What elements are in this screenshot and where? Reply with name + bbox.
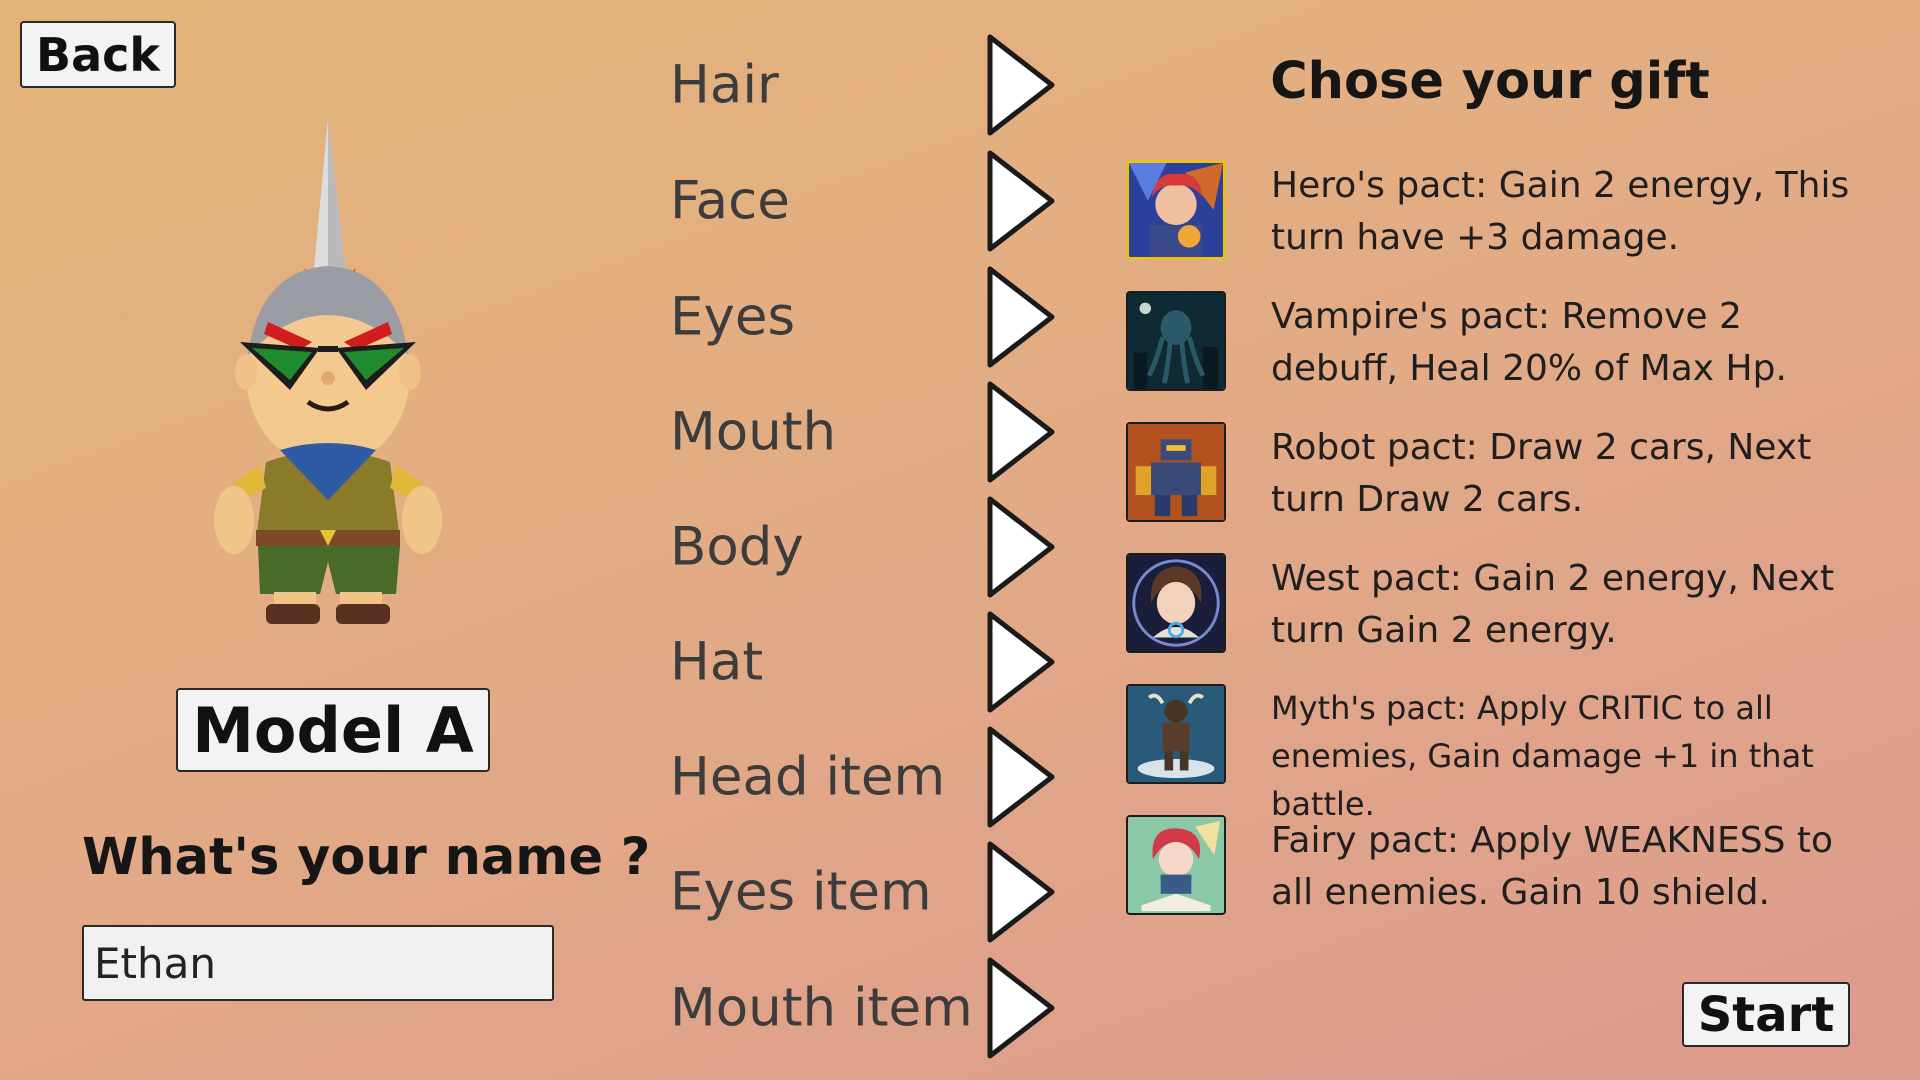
custom-label-head-item: Head item — [670, 746, 946, 808]
next-mouth-arrow-icon[interactable] — [980, 380, 1060, 484]
hero-portrait-icon[interactable] — [1126, 160, 1226, 260]
gift-text-robot: Robot pact: Draw 2 cars, Next turn Draw … — [1271, 427, 1812, 520]
next-body-arrow-icon[interactable] — [980, 495, 1060, 599]
custom-label-eyes-item: Eyes item — [670, 861, 932, 923]
custom-row-head-item: Head item — [670, 722, 1060, 832]
back-button[interactable]: Back — [20, 21, 176, 88]
start-button[interactable]: Start — [1682, 982, 1850, 1047]
next-eyes-item-arrow-icon[interactable] — [980, 840, 1060, 944]
gift-option-vampire[interactable]: Vampire's pact: Remove 2 debuff, Heal 20… — [1126, 291, 1866, 399]
custom-row-hair: Hair — [670, 30, 1060, 140]
gift-option-fairy[interactable]: Fairy pact: Apply WEAKNESS to all enemie… — [1126, 815, 1866, 923]
custom-label-hat: Hat — [670, 631, 764, 693]
custom-label-body: Body — [670, 516, 804, 578]
custom-row-body: Body — [670, 492, 1060, 602]
west-girl-icon[interactable] — [1126, 553, 1226, 653]
custom-row-hat: Hat — [670, 607, 1060, 717]
custom-label-mouth: Mouth — [670, 401, 837, 463]
fairy-icon[interactable] — [1126, 815, 1226, 915]
minotaur-icon[interactable] — [1126, 684, 1226, 784]
gift-option-west[interactable]: West pact: Gain 2 energy, Next turn Gain… — [1126, 553, 1866, 661]
next-face-arrow-icon[interactable] — [980, 149, 1060, 253]
gift-text-hero: Hero's pact: Gain 2 energy, This turn ha… — [1271, 165, 1850, 258]
custom-row-eyes-item: Eyes item — [670, 837, 1060, 947]
model-select-button[interactable]: Model A — [176, 688, 490, 772]
custom-row-mouth-item: Mouth item — [670, 953, 1060, 1063]
gift-text-fairy: Fairy pact: Apply WEAKNESS to all enemie… — [1271, 820, 1834, 913]
next-head-item-arrow-icon[interactable] — [980, 725, 1060, 829]
custom-label-hair: Hair — [670, 54, 779, 116]
gift-text-west: West pact: Gain 2 energy, Next turn Gain… — [1271, 558, 1835, 651]
robot-icon[interactable] — [1126, 422, 1226, 522]
next-mouth-item-arrow-icon[interactable] — [980, 956, 1060, 1060]
character-model-preview — [214, 118, 442, 624]
gift-text-vampire: Vampire's pact: Remove 2 debuff, Heal 20… — [1271, 296, 1787, 389]
custom-row-face: Face — [670, 146, 1060, 256]
player-name-input[interactable] — [82, 925, 554, 1001]
gift-option-robot[interactable]: Robot pact: Draw 2 cars, Next turn Draw … — [1126, 422, 1866, 530]
custom-label-face: Face — [670, 170, 790, 232]
custom-row-mouth: Mouth — [670, 377, 1060, 487]
next-hat-arrow-icon[interactable] — [980, 610, 1060, 714]
next-eyes-arrow-icon[interactable] — [980, 265, 1060, 369]
custom-label-mouth-item: Mouth item — [670, 977, 973, 1039]
gift-option-hero[interactable]: Hero's pact: Gain 2 energy, This turn ha… — [1126, 160, 1866, 268]
vampire-octopus-icon[interactable] — [1126, 291, 1226, 391]
gift-option-myth[interactable]: Myth's pact: Apply CRITIC to all enemies… — [1126, 684, 1866, 823]
next-hair-arrow-icon[interactable] — [980, 33, 1060, 137]
gift-text-myth: Myth's pact: Apply CRITIC to all enemies… — [1271, 689, 1814, 823]
custom-row-eyes: Eyes — [670, 262, 1060, 372]
gift-section-title: Chose your gift — [1270, 52, 1710, 111]
name-prompt-label: What's your name ? — [82, 828, 651, 887]
custom-label-eyes: Eyes — [670, 286, 796, 348]
